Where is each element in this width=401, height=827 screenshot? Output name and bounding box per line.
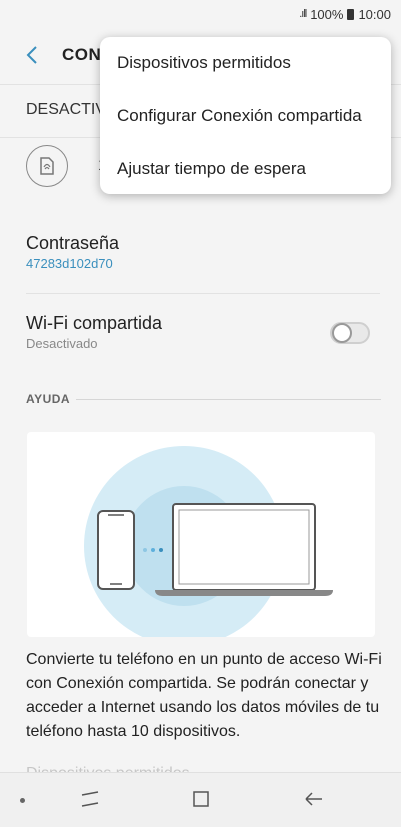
help-section-header: AYUDA xyxy=(26,392,71,406)
laptop-illustration xyxy=(155,503,333,596)
clock: 10:00 xyxy=(358,6,391,22)
divider xyxy=(26,293,380,294)
wifi-share-title: Wi-Fi compartida xyxy=(26,313,163,333)
menu-item-configure[interactable]: Configurar Conexión compartida xyxy=(117,106,362,126)
back-arrow-icon[interactable] xyxy=(22,44,44,66)
help-illustration xyxy=(27,432,375,646)
wifi-share-status: Desactivado xyxy=(26,336,98,351)
nav-dot xyxy=(20,798,25,803)
password-title: Contraseña xyxy=(26,233,120,253)
signal-icon: .ıll xyxy=(299,8,307,20)
overflow-menu: Dispositivos permitidos Configurar Conex… xyxy=(100,37,391,194)
home-icon[interactable] xyxy=(189,787,213,816)
wifi-share-switch[interactable] xyxy=(330,322,370,344)
back-nav-icon[interactable] xyxy=(302,787,326,816)
password-setting[interactable]: Contraseña 47283d102d70 xyxy=(26,233,376,271)
recents-icon[interactable] xyxy=(78,787,102,816)
section-divider xyxy=(76,399,381,400)
menu-item-allowed-devices[interactable]: Dispositivos permitidos xyxy=(117,53,291,73)
battery-percent: 100% xyxy=(310,6,344,22)
navigation-bar xyxy=(0,772,401,827)
master-toggle-label: DESACTIV xyxy=(26,101,107,118)
help-description: Convierte tu teléfono en un punto de acc… xyxy=(26,651,382,740)
wifi-share-setting[interactable]: Wi-Fi compartida Desactivado xyxy=(26,313,316,351)
phone-illustration xyxy=(97,510,135,590)
password-value: 47283d102d70 xyxy=(26,256,113,271)
battery-icon xyxy=(347,8,355,20)
hotspot-icon xyxy=(26,145,68,187)
menu-item-timeout[interactable]: Ajustar tiempo de espera xyxy=(117,159,306,179)
status-bar: .ıll 100% 10:00 xyxy=(0,0,401,28)
switch-knob xyxy=(332,323,352,343)
